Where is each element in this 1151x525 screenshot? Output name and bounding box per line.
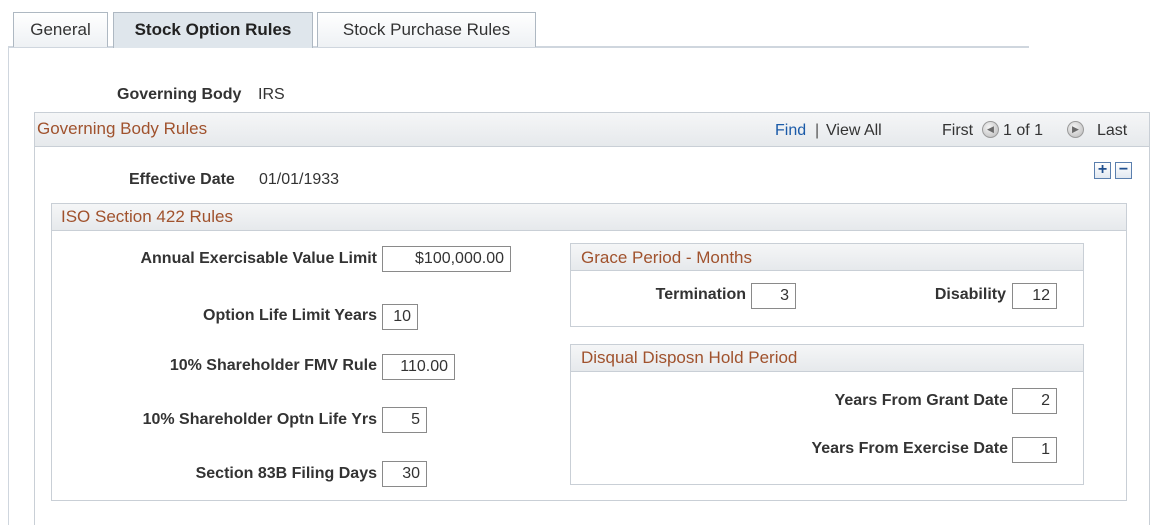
iso-section-title: ISO Section 422 Rules (61, 207, 233, 226)
fmv-rule-input[interactable]: 110.00 (382, 354, 455, 380)
option-life-limit-label: Option Life Limit Years (203, 307, 377, 324)
annual-limit-input[interactable]: $100,000.00 (382, 246, 511, 272)
tab-general-label: General (30, 20, 91, 39)
tab-stock-purchase-rules-label: Stock Purchase Rules (342, 20, 511, 39)
annual-limit-label: Annual Exercisable Value Limit (140, 250, 377, 267)
disability-input[interactable]: 12 (1012, 283, 1057, 309)
governing-body-value: IRS (258, 86, 285, 103)
view-all-link[interactable]: View All (826, 122, 882, 140)
first-label: First (942, 122, 974, 139)
option-life-limit-input[interactable]: 10 (382, 304, 418, 330)
governing-body-rules-title: Governing Body Rules (37, 119, 208, 138)
next-row-icon[interactable]: ▶ (1067, 121, 1084, 138)
disqual-hold-period-title: Disqual Disposn Hold Period (581, 348, 798, 367)
grace-period-title: Grace Period - Months (581, 248, 753, 267)
find-link[interactable]: Find (775, 122, 806, 140)
years-from-grant-input[interactable]: 2 (1012, 388, 1057, 414)
tab-stock-option-rules[interactable]: Stock Option Rules (113, 12, 313, 48)
tab-general[interactable]: General (13, 12, 108, 47)
disability-label: Disability (934, 286, 1006, 303)
governing-body-label: Governing Body (117, 86, 242, 103)
fmv-rule-label: 10% Shareholder FMV Rule (169, 357, 377, 374)
add-row-button[interactable]: + (1094, 162, 1111, 179)
termination-label: Termination (655, 286, 746, 303)
years-from-grant-label: Years From Grant Date (834, 392, 1008, 409)
last-label: Last (1097, 122, 1128, 139)
optn-life-yrs-label: 10% Shareholder Optn Life Yrs (142, 411, 377, 428)
previous-row-icon[interactable]: ◀ (982, 121, 999, 138)
filing-days-input[interactable]: 30 (382, 461, 427, 487)
link-separator: | (815, 122, 820, 139)
optn-life-yrs-input[interactable]: 5 (382, 407, 427, 433)
tab-stock-purchase-rules[interactable]: Stock Purchase Rules (317, 12, 536, 47)
tab-stock-option-rules-label: Stock Option Rules (134, 20, 292, 39)
effective-date-label: Effective Date (129, 171, 235, 188)
effective-date-value: 01/01/1933 (259, 171, 340, 188)
row-count-status: 1 of 1 (1003, 122, 1044, 139)
years-from-exercise-label: Years From Exercise Date (811, 440, 1008, 457)
delete-row-button[interactable]: − (1115, 162, 1132, 179)
filing-days-label: Section 83B Filing Days (195, 465, 377, 482)
page-border (8, 46, 9, 525)
termination-input[interactable]: 3 (751, 283, 796, 309)
years-from-exercise-input[interactable]: 1 (1012, 437, 1057, 463)
